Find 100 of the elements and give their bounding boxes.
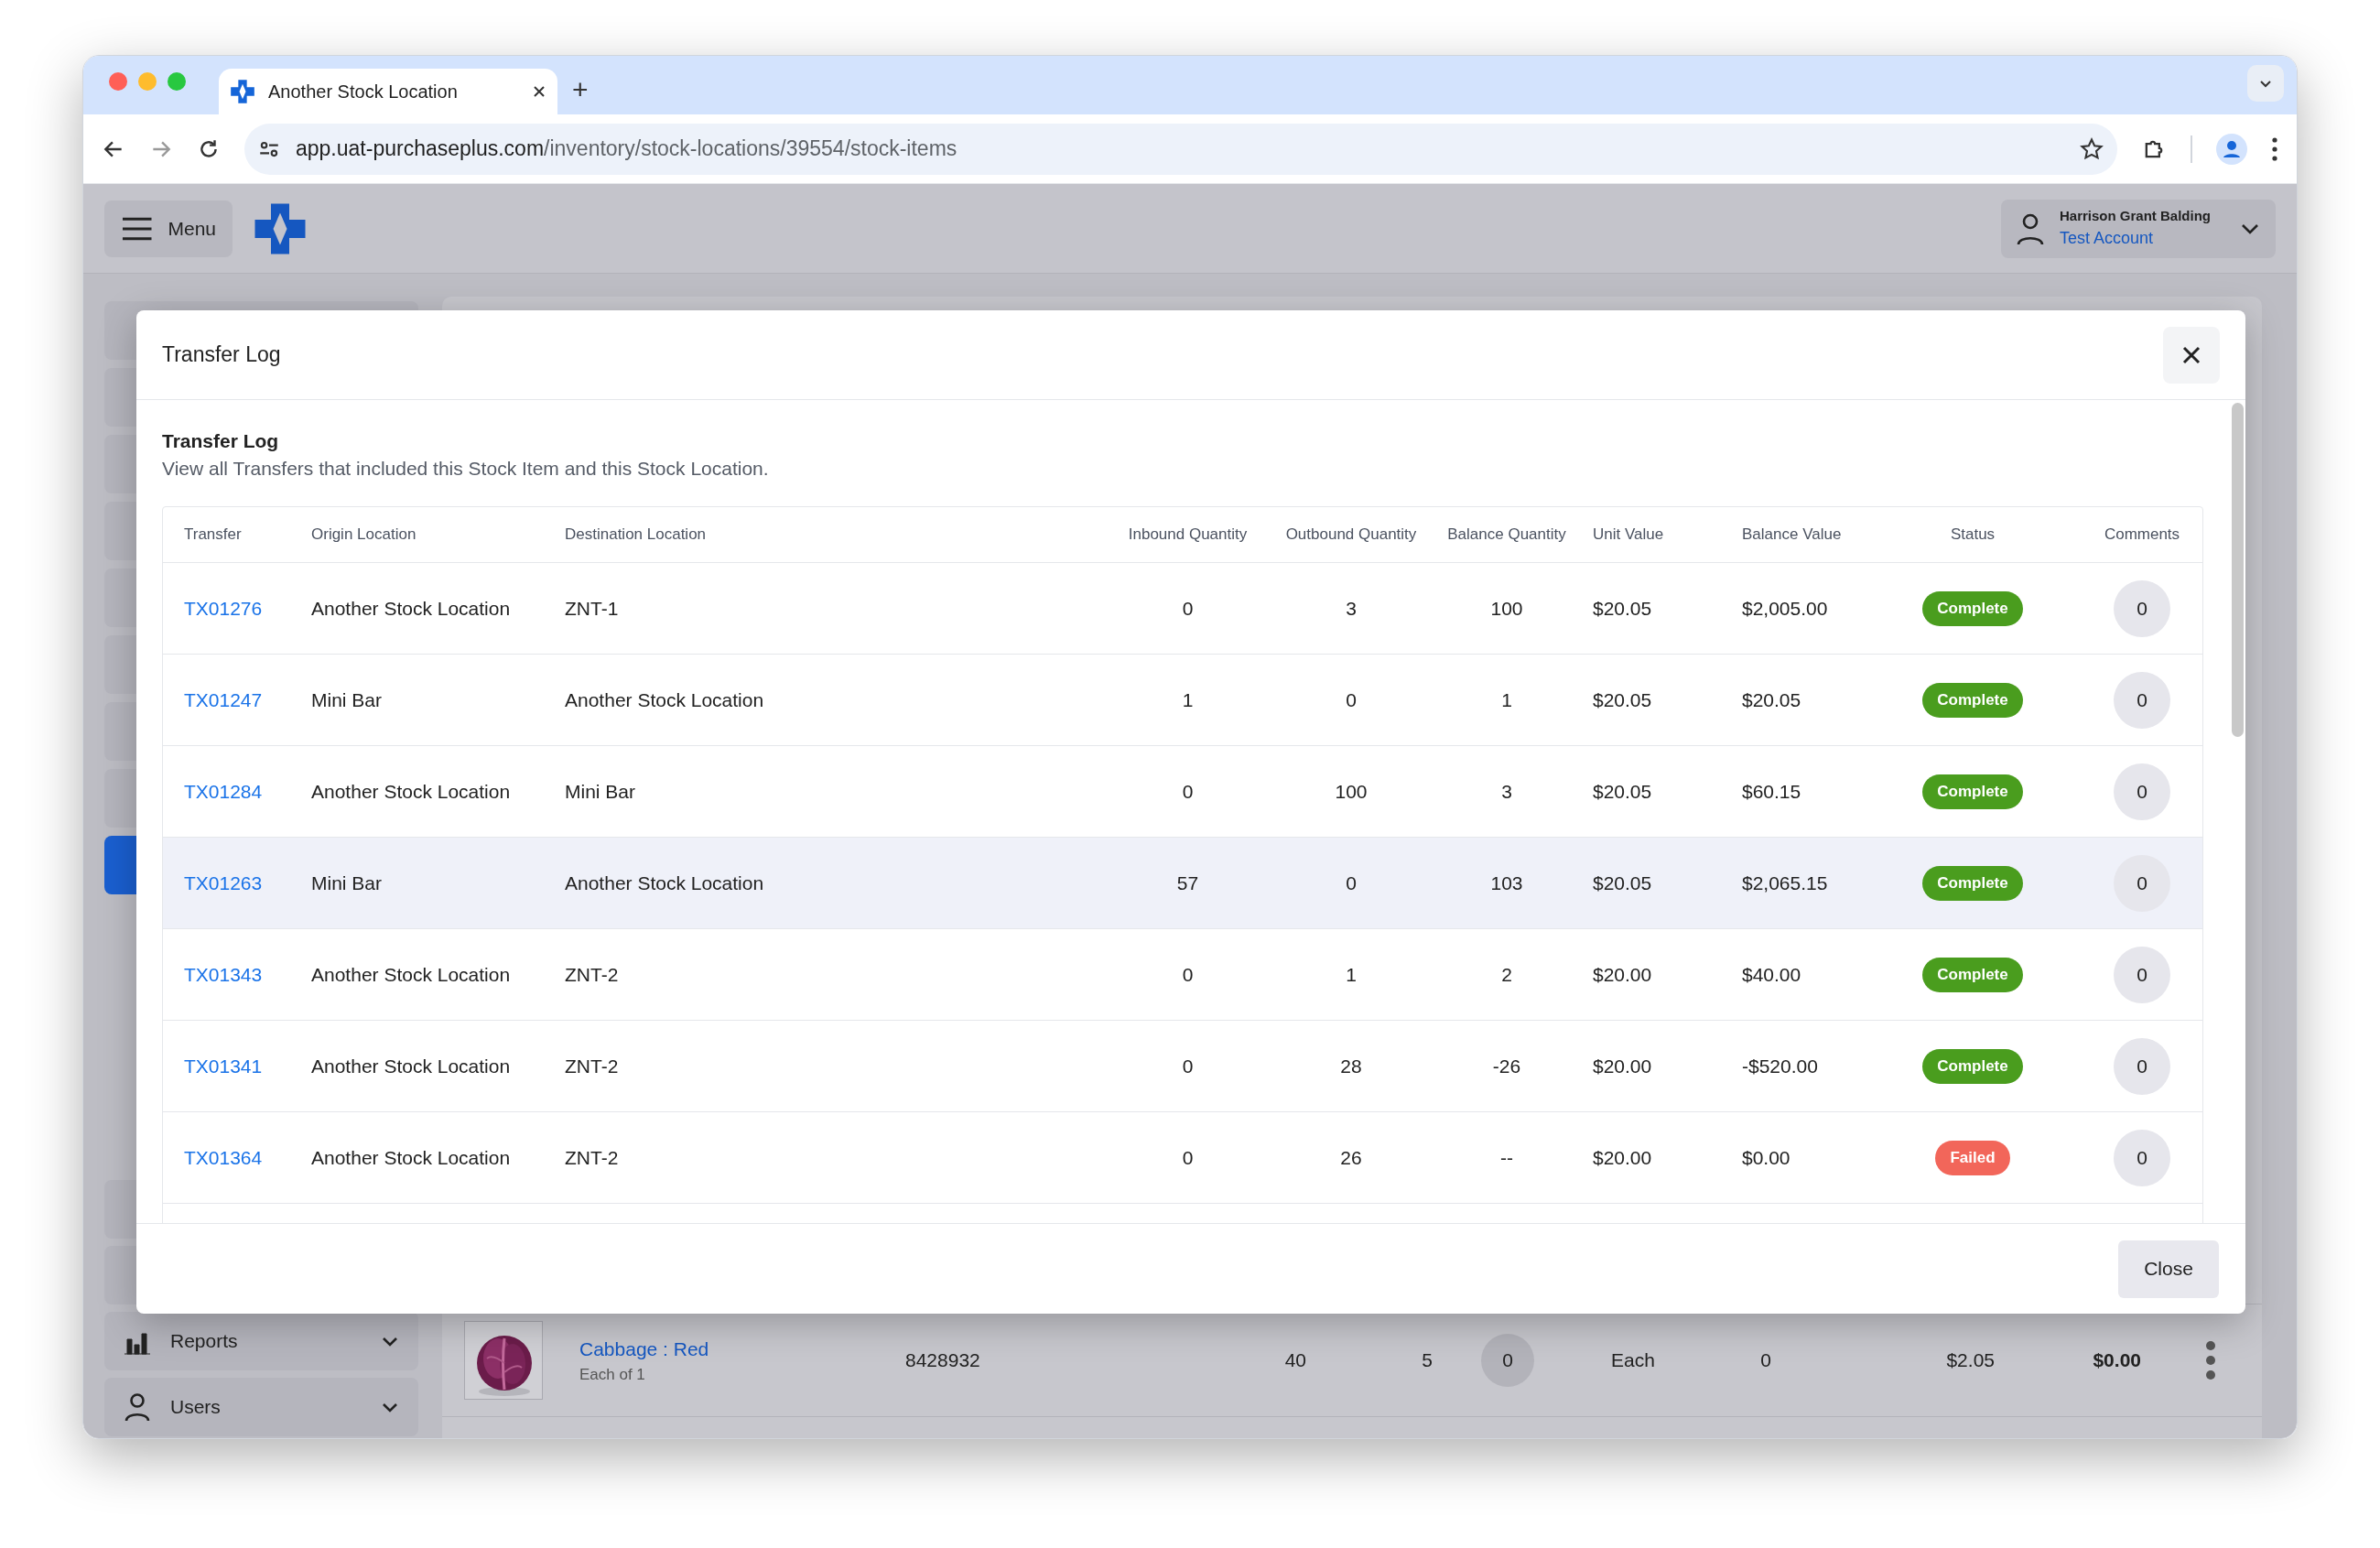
- table-cell-text: $0.00: [2092, 1348, 2141, 1373]
- column-header: Inbound Quantity: [1128, 525, 1248, 544]
- column-header: Destination Location: [565, 525, 707, 544]
- table-cell: Another Stock Location: [565, 688, 764, 710]
- logo-icon: [230, 79, 255, 104]
- transfer-link[interactable]: TX01247: [184, 688, 263, 710]
- table-cell: 103: [1490, 871, 1523, 893]
- table-cell: $20.05: [1593, 780, 1652, 802]
- address-bar[interactable]: app.uat-purchaseplus.com/inventory/stock-locations/39554/stock-items: [244, 123, 2117, 175]
- table-cell: $20.05: [1593, 871, 1652, 893]
- status-badge: Complete: [1922, 865, 2023, 901]
- comment-count-button[interactable]: 0: [2114, 946, 2170, 1003]
- table-cell: 1: [1501, 688, 1512, 710]
- sidebar-item[interactable]: Reports: [104, 1312, 418, 1370]
- table-cell: Mini Bar: [311, 871, 383, 893]
- transfer-link[interactable]: TX01341: [184, 1055, 263, 1077]
- column-header: Outbound Quantity: [1285, 525, 1417, 544]
- comment-count-button[interactable]: 0: [2114, 579, 2170, 637]
- table-cell-text: 0: [1759, 1348, 1772, 1373]
- close-button[interactable]: Close: [2118, 1239, 2219, 1298]
- user-menu-button[interactable]: Harrison Grant Balding Test Account: [2001, 199, 2276, 258]
- user-icon: [2016, 211, 2045, 245]
- new-tab-button[interactable]: +: [572, 76, 589, 103]
- section-title: Transfer Log: [162, 429, 280, 453]
- column-header: Balance Value: [1742, 525, 1842, 544]
- table-cell-text: 5: [1421, 1348, 1433, 1373]
- table-cell: 3: [1501, 780, 1512, 802]
- menu-icon: [121, 215, 154, 242]
- table-cell: Mini Bar: [311, 688, 383, 710]
- table-cell-text: 40: [1283, 1348, 1306, 1373]
- product-name-link[interactable]: Cabbage : Red: [579, 1334, 905, 1363]
- profile-avatar-icon[interactable]: [2216, 133, 2247, 165]
- table-cell: Another Stock Location: [311, 597, 511, 619]
- table-cell: Mini Bar: [565, 780, 636, 802]
- sidebar-item[interactable]: Users: [104, 1378, 418, 1436]
- column-header: Comments: [2104, 525, 2180, 544]
- table-cell-text: $2.05: [1945, 1348, 1995, 1373]
- user-icon: [123, 1392, 152, 1422]
- status-badge: Complete: [1922, 1048, 2023, 1084]
- transfer-link[interactable]: TX01284: [184, 780, 263, 802]
- table-cell: $20.05: [1593, 688, 1652, 710]
- table-cell: ZNT-2: [565, 1146, 619, 1168]
- table-row[interactable]: TX01263 Mini Bar Another Stock Location 57 0 103 $20.05 $2,065.15 Complete 0: [163, 837, 2202, 928]
- comment-count-button[interactable]: 0: [2114, 671, 2170, 729]
- table-cell: 3: [1346, 597, 1357, 619]
- comment-count-button[interactable]: 0: [2114, 1037, 2170, 1095]
- table-cell: $20.00: [1593, 1055, 1652, 1077]
- comment-count-button[interactable]: 0: [2114, 763, 2170, 820]
- tab-title: Another Stock Location: [268, 81, 459, 103]
- table-cell: 1: [1346, 963, 1357, 985]
- product-code: 8428932: [905, 1348, 981, 1373]
- table-cell: ZNT-2: [565, 963, 619, 985]
- transfer-link[interactable]: TX01276: [184, 597, 263, 619]
- table-cell: -$520.00: [1742, 1055, 1818, 1077]
- column-header: Status: [1950, 525, 1996, 544]
- table-cell: 0: [1182, 963, 1194, 985]
- table-cell: 2: [1501, 963, 1512, 985]
- account-name: Test Account: [2060, 228, 2155, 250]
- table-cell: $20.00: [1593, 963, 1652, 985]
- scrollbar-thumb[interactable]: [2232, 403, 2244, 737]
- table-cell-text: Each: [1610, 1348, 1656, 1373]
- transfer-link[interactable]: TX01364: [184, 1146, 263, 1168]
- table-cell: 0: [1182, 597, 1194, 619]
- transfer-link[interactable]: TX01343: [184, 963, 263, 985]
- column-header: Balance Quantity: [1447, 525, 1566, 544]
- table-cell: $20.05: [1742, 688, 1801, 710]
- table-cell: Another Stock Location: [565, 871, 764, 893]
- table-cell: --: [1500, 1146, 1513, 1168]
- table-cell: 0: [1182, 1055, 1194, 1077]
- table-cell: Another Stock Location: [311, 1055, 511, 1077]
- table-cell: 100: [1490, 597, 1523, 619]
- table-cell: 57: [1176, 871, 1199, 893]
- table-cell: $0.00: [1742, 1146, 1790, 1168]
- transfer-link[interactable]: TX01263: [184, 871, 263, 893]
- column-header: Unit Value: [1593, 525, 1664, 544]
- table-cell: $2,005.00: [1742, 597, 1828, 619]
- table-cell: 1: [1182, 688, 1194, 710]
- more-options-icon[interactable]: [2271, 135, 2278, 162]
- user-name: Harrison Grant Balding: [2060, 206, 2212, 225]
- browser-tab[interactable]: Another Stock Location: [219, 69, 557, 114]
- bookmark-star-icon[interactable]: [2079, 135, 2104, 162]
- column-header: Transfer: [184, 525, 242, 544]
- table-cell: 0: [1346, 688, 1357, 710]
- comment-count-button[interactable]: 0: [2114, 854, 2170, 912]
- table-cell: $60.15: [1742, 780, 1801, 802]
- menu-button[interactable]: Menu: [104, 200, 233, 257]
- table-cell: 28: [1340, 1055, 1362, 1077]
- table-cell: Another Stock Location: [311, 963, 511, 985]
- dialog-title: Transfer Log: [162, 341, 281, 369]
- table-cell: -26: [1492, 1055, 1521, 1077]
- close-icon[interactable]: [532, 84, 546, 99]
- table-cell: 26: [1340, 1146, 1362, 1168]
- table-cell: ZNT-2: [565, 1055, 619, 1077]
- status-badge: Complete: [1922, 957, 2023, 992]
- table-cell: Another Stock Location: [311, 780, 511, 802]
- count-badge: 0: [1481, 1334, 1534, 1387]
- close-button[interactable]: [2163, 326, 2220, 384]
- table-cell: 100: [1335, 780, 1368, 802]
- status-badge: Failed: [1935, 1140, 2010, 1175]
- comment-count-button[interactable]: 0: [2114, 1129, 2170, 1186]
